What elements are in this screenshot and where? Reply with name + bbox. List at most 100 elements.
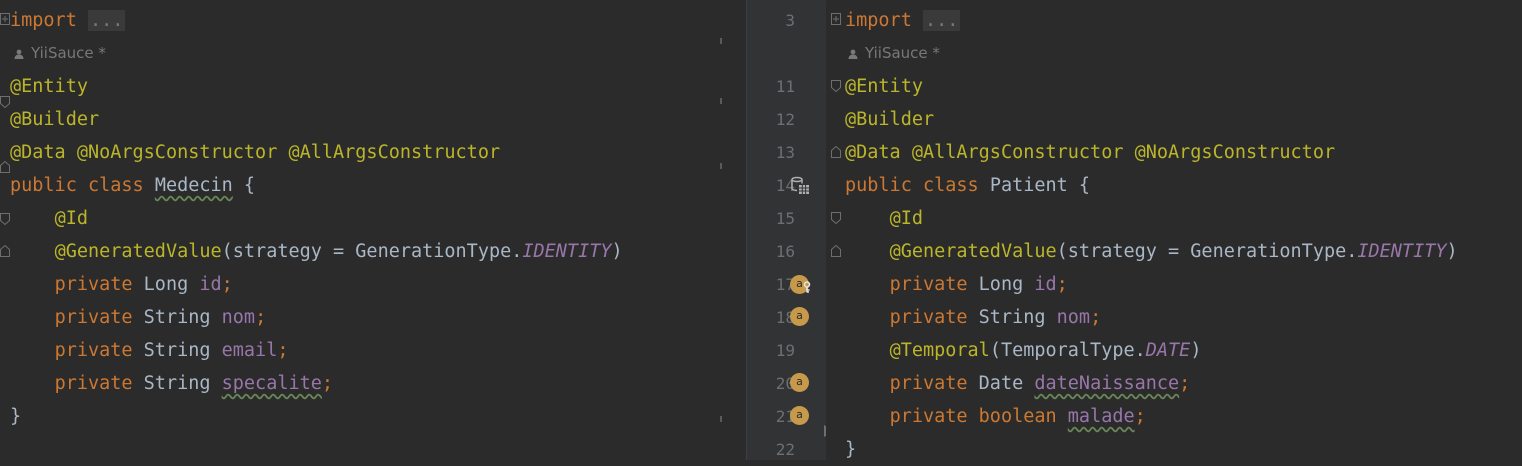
field-name: specalite [221, 373, 322, 394]
code-line[interactable]: @Builder [826, 103, 1522, 136]
type-name: String [143, 340, 211, 361]
class-name: Medecin [154, 175, 233, 196]
code-line[interactable]: @Id [0, 202, 746, 235]
semicolon: ; [255, 307, 267, 328]
type-name: boolean [978, 406, 1057, 427]
type-name: String [143, 373, 211, 394]
annotation: @AllArgsConstructor [288, 142, 501, 163]
line-number: 17 [775, 275, 795, 294]
line-number: 20 [775, 374, 795, 393]
code-line[interactable]: @GeneratedValue(strategy = GenerationTyp… [0, 235, 746, 268]
code-line[interactable]: private Long id; [0, 268, 746, 301]
line-number: 12 [775, 110, 795, 129]
code-text: (strategy = GenerationType. [1056, 241, 1358, 262]
line-number: 16 [775, 242, 795, 261]
code-line[interactable]: private String specalite; [0, 367, 746, 400]
import-fold-placeholder[interactable]: ... [922, 10, 961, 31]
annotation: @Id [54, 208, 88, 229]
code-line[interactable]: } [0, 400, 746, 433]
database-table-icon[interactable] [791, 176, 810, 195]
code-line[interactable]: private String nom; [0, 301, 746, 334]
keyword: private [54, 373, 133, 394]
code-line[interactable]: @Temporal(TemporalType.DATE) [826, 334, 1522, 367]
user-icon [848, 49, 858, 59]
annotation: @GeneratedValue [889, 241, 1057, 262]
code-line[interactable]: @Data @AllArgsConstructor @NoArgsConstru… [826, 136, 1522, 169]
field-name: nom [221, 307, 256, 328]
enum-constant: IDENTITY [522, 241, 612, 262]
code-line[interactable]: private boolean malade; [826, 400, 1522, 433]
line-number: 22 [775, 440, 795, 459]
enum-constant: IDENTITY [1357, 241, 1447, 262]
code-text: ) [1190, 340, 1202, 361]
semicolon: ; [221, 274, 233, 295]
brace: } [845, 439, 857, 460]
field-accessor-icon[interactable]: a [790, 406, 809, 425]
scroll-marker [720, 416, 722, 422]
field-accessor-icon[interactable]: a [790, 373, 809, 392]
annotation: @Data [10, 142, 66, 163]
keyword: public [10, 175, 77, 196]
code-line[interactable]: @Entity [0, 70, 746, 103]
field-name: id [199, 274, 222, 295]
type-name: Long [978, 274, 1024, 295]
semicolon: ; [277, 340, 289, 361]
author-name: YiiSauce * [31, 44, 106, 62]
annotation: @NoArgsConstructor [76, 142, 278, 163]
import-keyword: import [10, 10, 77, 31]
code-line-import[interactable]: import ... [826, 4, 1522, 37]
field-accessor-icon[interactable]: a [790, 307, 809, 326]
class-name: Patient [989, 175, 1068, 196]
code-line-class-decl[interactable]: public class Medecin { [0, 169, 746, 202]
code-line[interactable]: @GeneratedValue(strategy = GenerationTyp… [826, 235, 1522, 268]
keyword: private [889, 373, 968, 394]
editor-gutter[interactable]: 3 11 12 13 14 15 16 17 18 19 20 21 22 a … [746, 0, 834, 460]
author-hint[interactable]: YiiSauce * [14, 37, 106, 70]
keyword: public [845, 175, 912, 196]
annotation: @Entity [10, 76, 88, 97]
code-line[interactable]: } [826, 433, 1522, 460]
editor-pane-right[interactable]: import ... YiiSauce * @Entity @Builder @… [826, 0, 1522, 460]
field-name: nom [1056, 307, 1091, 328]
keyword: private [889, 406, 968, 427]
scroll-marker [720, 38, 722, 44]
annotation: @Builder [10, 109, 100, 130]
annotation: @Id [889, 208, 923, 229]
import-fold-placeholder[interactable]: ... [87, 10, 126, 31]
code-text: ) [611, 241, 623, 262]
semicolon: ; [1134, 406, 1146, 427]
annotation: @NoArgsConstructor [1134, 142, 1336, 163]
keyword: private [889, 307, 968, 328]
enum-constant: DATE [1145, 340, 1191, 361]
semicolon: ; [1179, 373, 1191, 394]
line-number: 14 [775, 176, 795, 195]
line-number: 11 [775, 77, 795, 96]
semicolon: ; [1056, 274, 1068, 295]
keyword: class [922, 175, 979, 196]
code-line[interactable]: private String email; [0, 334, 746, 367]
code-line[interactable]: @Builder [0, 103, 746, 136]
keyword: private [889, 274, 968, 295]
editor-pane-left[interactable]: import ... YiiSauce * @Entity @Builder @… [0, 0, 746, 460]
code-text: (strategy = GenerationType. [221, 241, 523, 262]
code-text: ) [1446, 241, 1458, 262]
author-hint[interactable]: YiiSauce * [848, 37, 940, 70]
code-line[interactable]: @Data @NoArgsConstructor @AllArgsConstru… [0, 136, 746, 169]
field-name: dateNaissance [1034, 373, 1180, 394]
brace: { [1078, 175, 1091, 196]
line-number: 21 [775, 407, 795, 426]
scroll-marker [720, 163, 722, 169]
field-name: email [221, 340, 278, 361]
code-line[interactable]: private String nom; [826, 301, 1522, 334]
code-line-import[interactable]: import ... [0, 4, 746, 37]
annotation: @Entity [845, 76, 923, 97]
annotation: @AllArgsConstructor [911, 142, 1124, 163]
code-line[interactable]: @Id [826, 202, 1522, 235]
code-text: (TemporalType. [989, 340, 1146, 361]
line-number: 3 [785, 11, 795, 30]
code-line[interactable]: private Date dateNaissance; [826, 367, 1522, 400]
code-line[interactable]: @Entity [826, 70, 1522, 103]
keyword: class [87, 175, 144, 196]
code-line-class-decl[interactable]: public class Patient { [826, 169, 1522, 202]
code-line[interactable]: private Long id; [826, 268, 1522, 301]
